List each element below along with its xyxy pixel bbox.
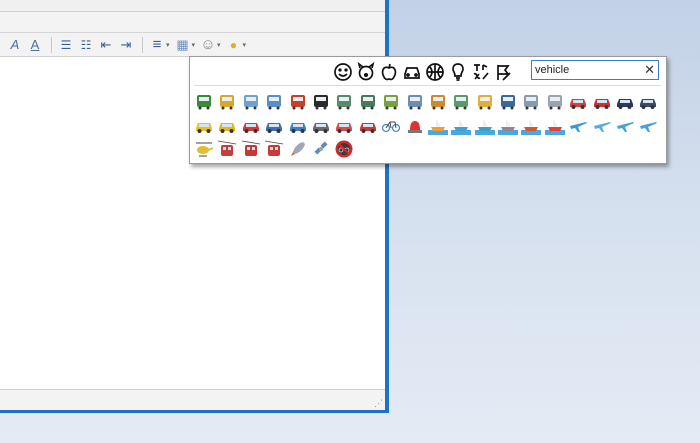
activities-icon[interactable]: [424, 61, 446, 83]
divider: [194, 85, 661, 86]
passenger-ship-icon[interactable]: [497, 114, 519, 136]
dropdown-arrow-icon[interactable]: ▾: [217, 41, 221, 49]
mountain-cableway-icon[interactable]: [240, 138, 262, 160]
automobile-icon[interactable]: [240, 114, 262, 136]
symbols-icon[interactable]: [470, 61, 492, 83]
locomotive-icon[interactable]: [193, 90, 215, 112]
resize-grip-icon[interactable]: ⋰: [373, 398, 383, 408]
clear-search-icon[interactable]: ✕: [644, 62, 655, 78]
motor-boat-icon[interactable]: [544, 114, 566, 136]
no-bicycles-icon[interactable]: [333, 138, 355, 160]
airplane-arrival-icon[interactable]: [637, 114, 659, 136]
bullet-train-icon[interactable]: [263, 90, 285, 112]
ferry-icon[interactable]: [520, 114, 542, 136]
aerial-tramway-icon[interactable]: [263, 138, 285, 160]
bicycle-icon[interactable]: [380, 114, 402, 136]
emoji-row: [193, 90, 663, 114]
boat-icon[interactable]: [427, 114, 449, 136]
emoji-row: [193, 114, 663, 138]
airplane-departure-icon[interactable]: [614, 114, 636, 136]
minibus-icon[interactable]: [544, 90, 566, 112]
helicopter-icon[interactable]: [193, 138, 215, 160]
rocket-icon[interactable]: [287, 138, 309, 160]
taxi-icon[interactable]: [193, 114, 215, 136]
high-speed-train-icon[interactable]: [240, 90, 262, 112]
delivery-truck-icon[interactable]: [310, 114, 332, 136]
travel-icon[interactable]: [401, 61, 423, 83]
airplane-icon[interactable]: [567, 114, 589, 136]
railway-car-icon[interactable]: [216, 90, 238, 112]
ambulance-icon[interactable]: [567, 90, 589, 112]
mountain-railway-icon[interactable]: [404, 90, 426, 112]
emoji-search-input[interactable]: [535, 63, 640, 77]
suspension-railway-icon[interactable]: [216, 138, 238, 160]
satellite-icon[interactable]: [310, 138, 332, 160]
fire-engine-icon[interactable]: [591, 90, 613, 112]
emoji-results-grid: [193, 90, 663, 162]
italic-a-icon[interactable]: A: [6, 36, 24, 54]
emoji-row: [193, 138, 663, 162]
align-icon[interactable]: ≡: [148, 36, 166, 54]
tram-icon[interactable]: [357, 90, 379, 112]
numbered-list-icon[interactable]: ☷: [77, 36, 95, 54]
emoji-picker-panel: ✕: [189, 56, 667, 164]
flags-icon[interactable]: [493, 61, 515, 83]
small-airplane-icon[interactable]: [591, 114, 613, 136]
table-icon[interactable]: ▦: [174, 36, 192, 54]
monorail-icon[interactable]: [380, 90, 402, 112]
dropdown-arrow-icon[interactable]: ▾: [192, 41, 196, 49]
dropdown-arrow-icon[interactable]: ▾: [166, 41, 170, 49]
status-bar: ⋰: [0, 389, 385, 410]
trolleybus-icon[interactable]: [520, 90, 542, 112]
rotating-light-icon[interactable]: [404, 114, 426, 136]
smiley-icon[interactable]: ☺: [199, 36, 217, 54]
station-train-icon[interactable]: [310, 90, 332, 112]
font-color-a-icon[interactable]: A: [26, 36, 44, 54]
toolbar-separator: [142, 36, 143, 53]
bus-icon[interactable]: [474, 90, 496, 112]
indent-icon[interactable]: ⇥: [117, 36, 135, 54]
light-rail-icon[interactable]: [333, 90, 355, 112]
articulated-lorry-icon[interactable]: [333, 114, 355, 136]
animals-icon[interactable]: [355, 61, 377, 83]
emoji-category-bar: [332, 61, 516, 83]
objects-icon[interactable]: [447, 61, 469, 83]
emoji-icon[interactable]: ●: [225, 36, 243, 54]
dropdown-arrow-icon[interactable]: ▾: [243, 41, 247, 49]
oncoming-bus-icon[interactable]: [497, 90, 519, 112]
sailboat-icon[interactable]: [450, 114, 472, 136]
metro-icon[interactable]: [287, 90, 309, 112]
tractor-icon[interactable]: [357, 114, 379, 136]
food-icon[interactable]: [378, 61, 400, 83]
secondary-toolbar: [0, 12, 385, 33]
blue-car-icon[interactable]: [287, 114, 309, 136]
smileys-icon[interactable]: [332, 61, 354, 83]
formatting-toolbar: A A ☰ ☷ ⇤ ⇥ ≡ ▾ ▦ ▾ ☺ ▾ ● ▾: [0, 33, 385, 57]
bullet-list-icon[interactable]: ☰: [57, 36, 75, 54]
emoji-search-box[interactable]: ✕: [531, 60, 659, 80]
train-icon[interactable]: [427, 90, 449, 112]
police-car-icon[interactable]: [614, 90, 636, 112]
oncoming-police-car-icon[interactable]: [637, 90, 659, 112]
tram-car-icon[interactable]: [450, 90, 472, 112]
menu-strip: [0, 0, 385, 12]
speedboat-icon[interactable]: [474, 114, 496, 136]
oncoming-automobile-icon[interactable]: [263, 114, 285, 136]
oncoming-taxi-icon[interactable]: [216, 114, 238, 136]
toolbar-separator: [51, 36, 52, 53]
outdent-icon[interactable]: ⇤: [97, 36, 115, 54]
